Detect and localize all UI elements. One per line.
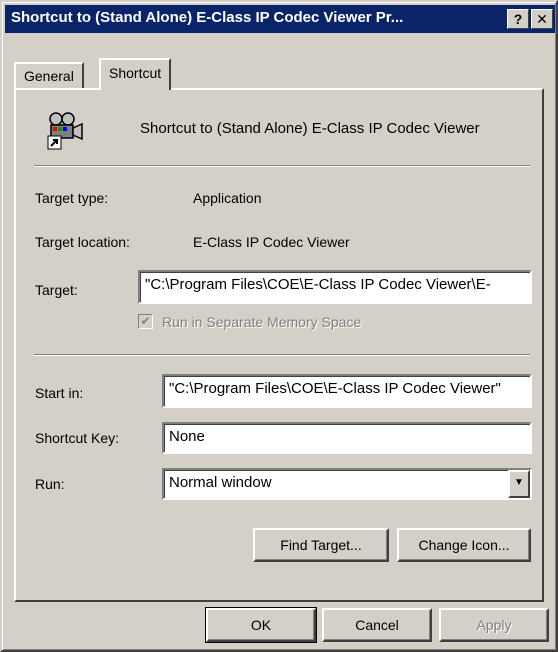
target-type-value: Application [193,190,262,206]
cancel-button[interactable]: Cancel [322,608,432,642]
chevron-down-icon[interactable]: ▼ [508,470,530,498]
change-icon-button[interactable]: Change Icon... [397,528,531,562]
target-type-label: Target type: [35,190,109,206]
separate-memory-checkbox[interactable]: ✔ [138,314,153,329]
close-button[interactable]: ✕ [531,9,553,29]
separator-middle [34,354,530,356]
run-select[interactable]: Normal window ▼ [162,468,532,500]
find-target-button[interactable]: Find Target... [253,528,389,562]
start-in-label: Start in: [35,385,84,401]
target-label: Target: [35,282,78,298]
help-button[interactable]: ? [507,9,529,29]
run-select-value: Normal window [169,474,272,491]
video-camera-shortcut-icon [46,110,86,150]
apply-button[interactable]: Apply [439,608,549,642]
start-in-input[interactable]: "C:\Program Files\COE\E-Class IP Codec V… [162,374,532,408]
shortcut-name: Shortcut to (Stand Alone) E-Class IP Cod… [140,120,480,137]
tab-shortcut[interactable]: Shortcut [99,58,172,90]
ok-button[interactable]: OK [205,607,317,643]
target-location-label: Target location: [35,234,130,250]
target-input[interactable]: "C:\Program Files\COE\E-Class IP Codec V… [138,270,532,304]
separate-memory-label: Run in Separate Memory Space [162,314,362,330]
window-title: Shortcut to (Stand Alone) E-Class IP Cod… [11,9,404,26]
run-label: Run: [35,476,65,492]
shortcut-key-input[interactable]: None [162,422,532,454]
tab-general[interactable]: General [14,62,84,88]
properties-dialog: Shortcut to (Stand Alone) E-Class IP Cod… [0,0,558,652]
target-location-value: E-Class IP Codec Viewer [193,234,350,250]
separator-top [34,165,530,167]
title-bar[interactable]: Shortcut to (Stand Alone) E-Class IP Cod… [5,5,555,33]
shortcut-key-label: Shortcut Key: [35,430,120,446]
